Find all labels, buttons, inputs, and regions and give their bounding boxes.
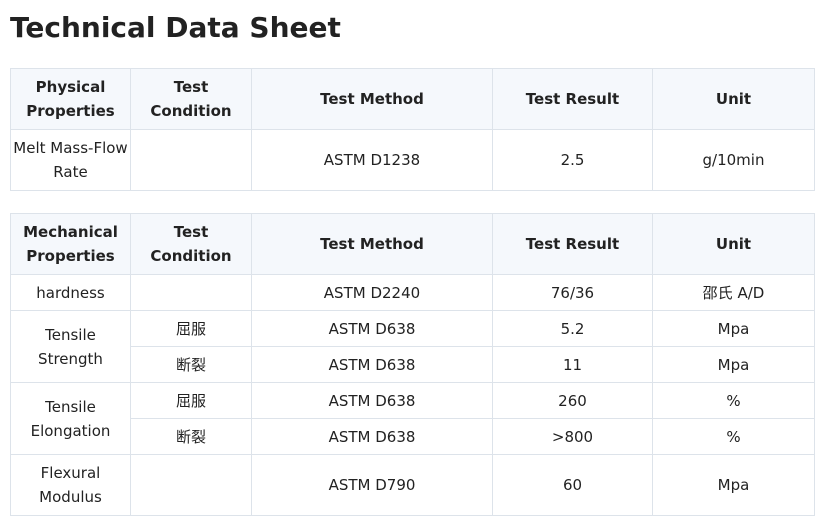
cell-result: 5.2 xyxy=(492,310,653,347)
table-row-melt-mass-flow-rate: Melt Mass-Flow Rate ASTM D1238 2.5 g/10m… xyxy=(10,129,815,191)
table-row-hardness: hardness ASTM D2240 76/36 邵氏 A/D xyxy=(10,274,815,311)
page-title: Technical Data Sheet xyxy=(10,11,341,44)
header-physical-properties: Physical Properties xyxy=(10,68,131,130)
cell-condition xyxy=(130,129,252,191)
cell-unit: 邵氏 A/D xyxy=(652,274,815,311)
header-test-method: Test Method xyxy=(251,68,493,130)
cell-method: ASTM D638 xyxy=(251,418,493,455)
cell-property: Tensile Strength xyxy=(10,310,131,383)
cell-result: 260 xyxy=(492,382,653,419)
mechanical-properties-table: Mechanical Properties Test Condition Tes… xyxy=(10,213,815,516)
header-test-method: Test Method xyxy=(251,213,493,275)
cell-unit: g/10min xyxy=(652,129,815,191)
table-row-tensile-strength-break: 断裂 ASTM D638 11 Mpa xyxy=(11,346,815,383)
cell-method: ASTM D1238 xyxy=(251,129,493,191)
header-unit: Unit xyxy=(652,213,815,275)
header-test-condition: Test Condition xyxy=(130,213,252,275)
cell-result: 11 xyxy=(492,346,653,383)
cell-unit: Mpa xyxy=(652,310,815,347)
physical-properties-table: Physical Properties Test Condition Test … xyxy=(10,68,815,191)
cell-property: Tensile Elongation xyxy=(10,382,131,455)
cell-condition: 断裂 xyxy=(130,418,252,455)
cell-unit: Mpa xyxy=(652,346,815,383)
cell-method: ASTM D638 xyxy=(251,310,493,347)
table-header-row: Mechanical Properties Test Condition Tes… xyxy=(10,213,815,275)
cell-method: ASTM D638 xyxy=(251,346,493,383)
table-row-tensile-elongation-break: 断裂 ASTM D638 >800 % xyxy=(11,418,815,455)
header-mechanical-properties: Mechanical Properties xyxy=(10,213,131,275)
cell-condition: 屈服 xyxy=(130,310,252,347)
cell-condition xyxy=(130,274,252,311)
table-header-row: Physical Properties Test Condition Test … xyxy=(10,68,815,130)
table-row-tensile-strength-yield: Tensile Strength 屈服 ASTM D638 5.2 Mpa xyxy=(10,310,815,383)
cell-method: ASTM D2240 xyxy=(251,274,493,311)
cell-condition xyxy=(130,454,252,516)
cell-result: 2.5 xyxy=(492,129,653,191)
table-row-tensile-elongation-yield: Tensile Elongation 屈服 ASTM D638 260 % xyxy=(10,382,815,455)
cell-method: ASTM D790 xyxy=(251,454,493,516)
cell-property: hardness xyxy=(10,274,131,311)
table-row-flexural-modulus: Flexural Modulus ASTM D790 60 Mpa xyxy=(10,454,815,516)
header-test-result: Test Result xyxy=(492,213,653,275)
cell-condition: 断裂 xyxy=(130,346,252,383)
header-unit: Unit xyxy=(652,68,815,130)
header-test-result: Test Result xyxy=(492,68,653,130)
cell-property: Flexural Modulus xyxy=(10,454,131,516)
cell-property: Melt Mass-Flow Rate xyxy=(10,129,131,191)
cell-unit: Mpa xyxy=(652,454,815,516)
cell-condition: 屈服 xyxy=(130,382,252,419)
cell-method: ASTM D638 xyxy=(251,382,493,419)
cell-result: >800 xyxy=(492,418,653,455)
cell-unit: % xyxy=(652,418,815,455)
cell-result: 76/36 xyxy=(492,274,653,311)
cell-unit: % xyxy=(652,382,815,419)
cell-result: 60 xyxy=(492,454,653,516)
header-test-condition: Test Condition xyxy=(130,68,252,130)
